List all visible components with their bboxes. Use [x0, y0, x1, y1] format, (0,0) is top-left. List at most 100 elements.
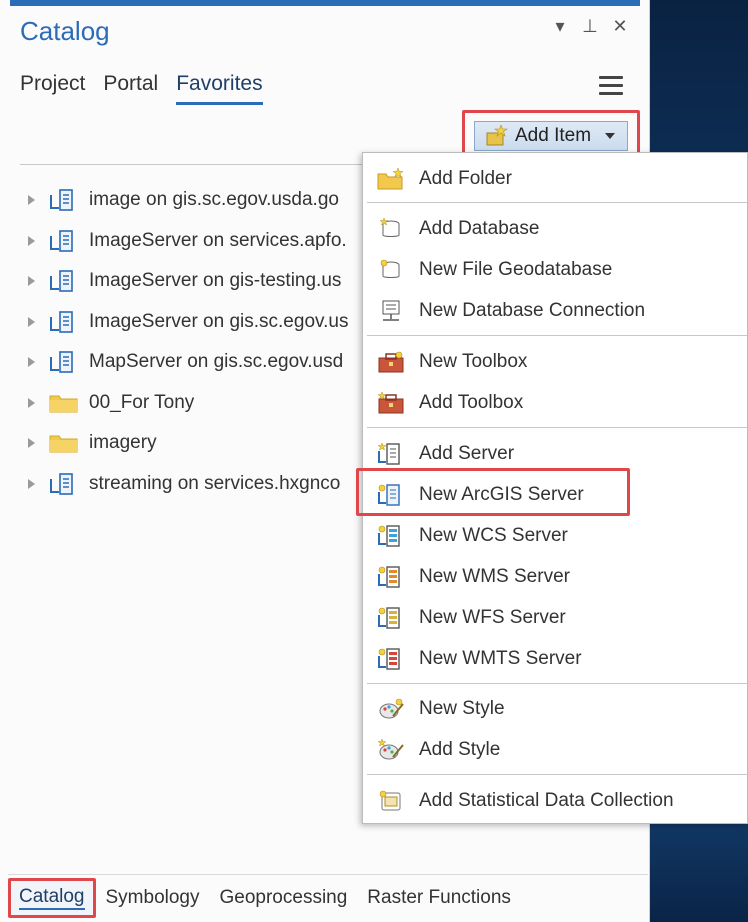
- tab-favorites[interactable]: Favorites: [176, 72, 263, 105]
- new-toolbox-icon: [371, 351, 411, 373]
- expand-icon[interactable]: [28, 438, 35, 449]
- menu-item-add-folder[interactable]: Add Folder: [363, 159, 748, 199]
- menu-item-add-database[interactable]: Add Database: [363, 209, 748, 249]
- hamburger-menu-icon[interactable]: [599, 76, 623, 96]
- tree-item-label: ImageServer on services.apfo.: [89, 229, 347, 251]
- add-item-icon: [486, 125, 508, 146]
- server-icon: [49, 229, 79, 252]
- catalog-tabs: Project Portal Favorites: [20, 72, 263, 105]
- menu-item-new-style[interactable]: New Style: [363, 689, 748, 729]
- new-wcs-server-icon: [371, 525, 411, 547]
- bottom-pane-tabs: Catalog Symbology Geoprocessing Raster F…: [8, 876, 521, 920]
- expand-icon[interactable]: [28, 357, 35, 368]
- pane-options-dropdown-icon[interactable]: ▾: [551, 16, 569, 37]
- new-arcgis-server-highlight: [356, 468, 630, 516]
- tab-portal[interactable]: Portal: [103, 72, 158, 105]
- menu-separator: [367, 427, 747, 428]
- bottom-divider: [8, 874, 648, 875]
- add-database-icon: [371, 218, 411, 240]
- menu-item-label: New Database Connection: [419, 300, 646, 321]
- expand-icon[interactable]: [28, 478, 35, 489]
- expand-icon[interactable]: [28, 316, 35, 327]
- menu-item-new-wcs-server[interactable]: New WCS Server: [363, 516, 748, 556]
- server-icon: [49, 472, 79, 495]
- menu-item-new-wms-server[interactable]: New WMS Server: [363, 557, 748, 597]
- tree-item-label: 00_For Tony: [89, 391, 195, 413]
- bottom-tab-label: Catalog: [19, 886, 85, 910]
- bottom-tab-catalog[interactable]: Catalog: [8, 878, 96, 918]
- bottom-tab-raster-functions[interactable]: Raster Functions: [357, 878, 521, 918]
- server-icon: [49, 351, 79, 374]
- tab-project[interactable]: Project: [20, 72, 85, 105]
- pane-title-controls: ▾ ⊥ ✕: [551, 16, 629, 37]
- server-icon: [49, 270, 79, 293]
- tree-item-label: image on gis.sc.egov.usda.go: [89, 189, 339, 211]
- menu-item-new-toolbox[interactable]: New Toolbox: [363, 342, 748, 382]
- menu-item-add-style[interactable]: Add Style: [363, 730, 748, 770]
- pane-accent-bar: [10, 0, 640, 6]
- menu-item-new-file-geodatabase[interactable]: New File Geodatabase: [363, 250, 748, 290]
- expand-icon[interactable]: [28, 397, 35, 408]
- menu-item-label: Add Database: [419, 218, 540, 239]
- menu-item-add-statistical-data-collection[interactable]: Add Statistical Data Collection: [363, 781, 748, 821]
- menu-item-label: New File Geodatabase: [419, 259, 613, 280]
- tree-item[interactable]: ImageServer on gis.sc.egov.us: [28, 302, 363, 343]
- menu-item-add-toolbox[interactable]: Add Toolbox: [363, 383, 748, 423]
- menu-item-label: Add Statistical Data Collection: [419, 790, 674, 811]
- tree-item-label: imagery: [89, 432, 157, 454]
- chevron-down-icon: [605, 133, 616, 139]
- add-folder-icon: [371, 168, 411, 190]
- tree-item[interactable]: MapServer on gis.sc.egov.usd: [28, 342, 363, 383]
- new-geodatabase-icon: [371, 259, 411, 281]
- expand-icon[interactable]: [28, 195, 35, 206]
- menu-item-label: New Style: [419, 698, 505, 719]
- new-wmts-server-icon: [371, 648, 411, 670]
- tree-item-label: MapServer on gis.sc.egov.usd: [89, 351, 344, 373]
- tree-item[interactable]: ImageServer on services.apfo.: [28, 221, 363, 262]
- pin-icon[interactable]: ⊥: [581, 16, 599, 37]
- menu-separator: [367, 335, 747, 336]
- tree-item-label: ImageServer on gis-testing.us: [89, 270, 342, 292]
- menu-item-new-wmts-server[interactable]: New WMTS Server: [363, 639, 748, 679]
- add-style-icon: [371, 739, 411, 761]
- close-icon[interactable]: ✕: [611, 16, 629, 37]
- menu-item-label: Add Toolbox: [419, 392, 524, 413]
- pane-title: Catalog: [20, 16, 110, 46]
- tree-item[interactable]: streaming on services.hxgnco: [28, 464, 363, 505]
- menu-item-label: Add Style: [419, 739, 501, 760]
- folder-icon: [49, 392, 79, 414]
- expand-icon[interactable]: [28, 235, 35, 246]
- new-wms-server-icon: [371, 566, 411, 588]
- bottom-tab-geoprocessing[interactable]: Geoprocessing: [210, 878, 358, 918]
- add-item-label: Add Item: [515, 125, 592, 146]
- menu-item-label: Add Server: [419, 443, 515, 464]
- tree-item[interactable]: imagery: [28, 423, 363, 464]
- database-connection-icon: [371, 300, 411, 322]
- menu-item-label: New WMTS Server: [419, 648, 582, 669]
- add-server-icon: [371, 443, 411, 465]
- tree-item-label: ImageServer on gis.sc.egov.us: [89, 310, 349, 332]
- favorites-tree: image on gis.sc.egov.usda.go ImageServer…: [28, 180, 363, 504]
- add-toolbox-icon: [371, 392, 411, 414]
- tree-item[interactable]: image on gis.sc.egov.usda.go: [28, 180, 363, 221]
- menu-separator: [367, 683, 747, 684]
- menu-item-new-wfs-server[interactable]: New WFS Server: [363, 598, 748, 638]
- menu-item-label: New WCS Server: [419, 525, 568, 546]
- menu-item-label: New WMS Server: [419, 566, 570, 587]
- expand-icon[interactable]: [28, 276, 35, 287]
- menu-separator: [367, 774, 747, 775]
- menu-item-new-database-connection[interactable]: New Database Connection: [363, 291, 748, 331]
- add-item-button[interactable]: Add Item: [474, 121, 628, 151]
- statistical-data-icon: [371, 790, 411, 812]
- tree-item[interactable]: ImageServer on gis-testing.us: [28, 261, 363, 302]
- menu-item-label: Add Folder: [419, 168, 512, 189]
- menu-separator: [367, 202, 747, 203]
- tree-item[interactable]: 00_For Tony: [28, 383, 363, 424]
- server-icon: [49, 310, 79, 333]
- menu-item-label: New Toolbox: [419, 351, 528, 372]
- divider: [20, 164, 365, 165]
- server-icon: [49, 189, 79, 212]
- bottom-tab-symbology[interactable]: Symbology: [96, 878, 210, 918]
- new-style-icon: [371, 698, 411, 720]
- new-wfs-server-icon: [371, 607, 411, 629]
